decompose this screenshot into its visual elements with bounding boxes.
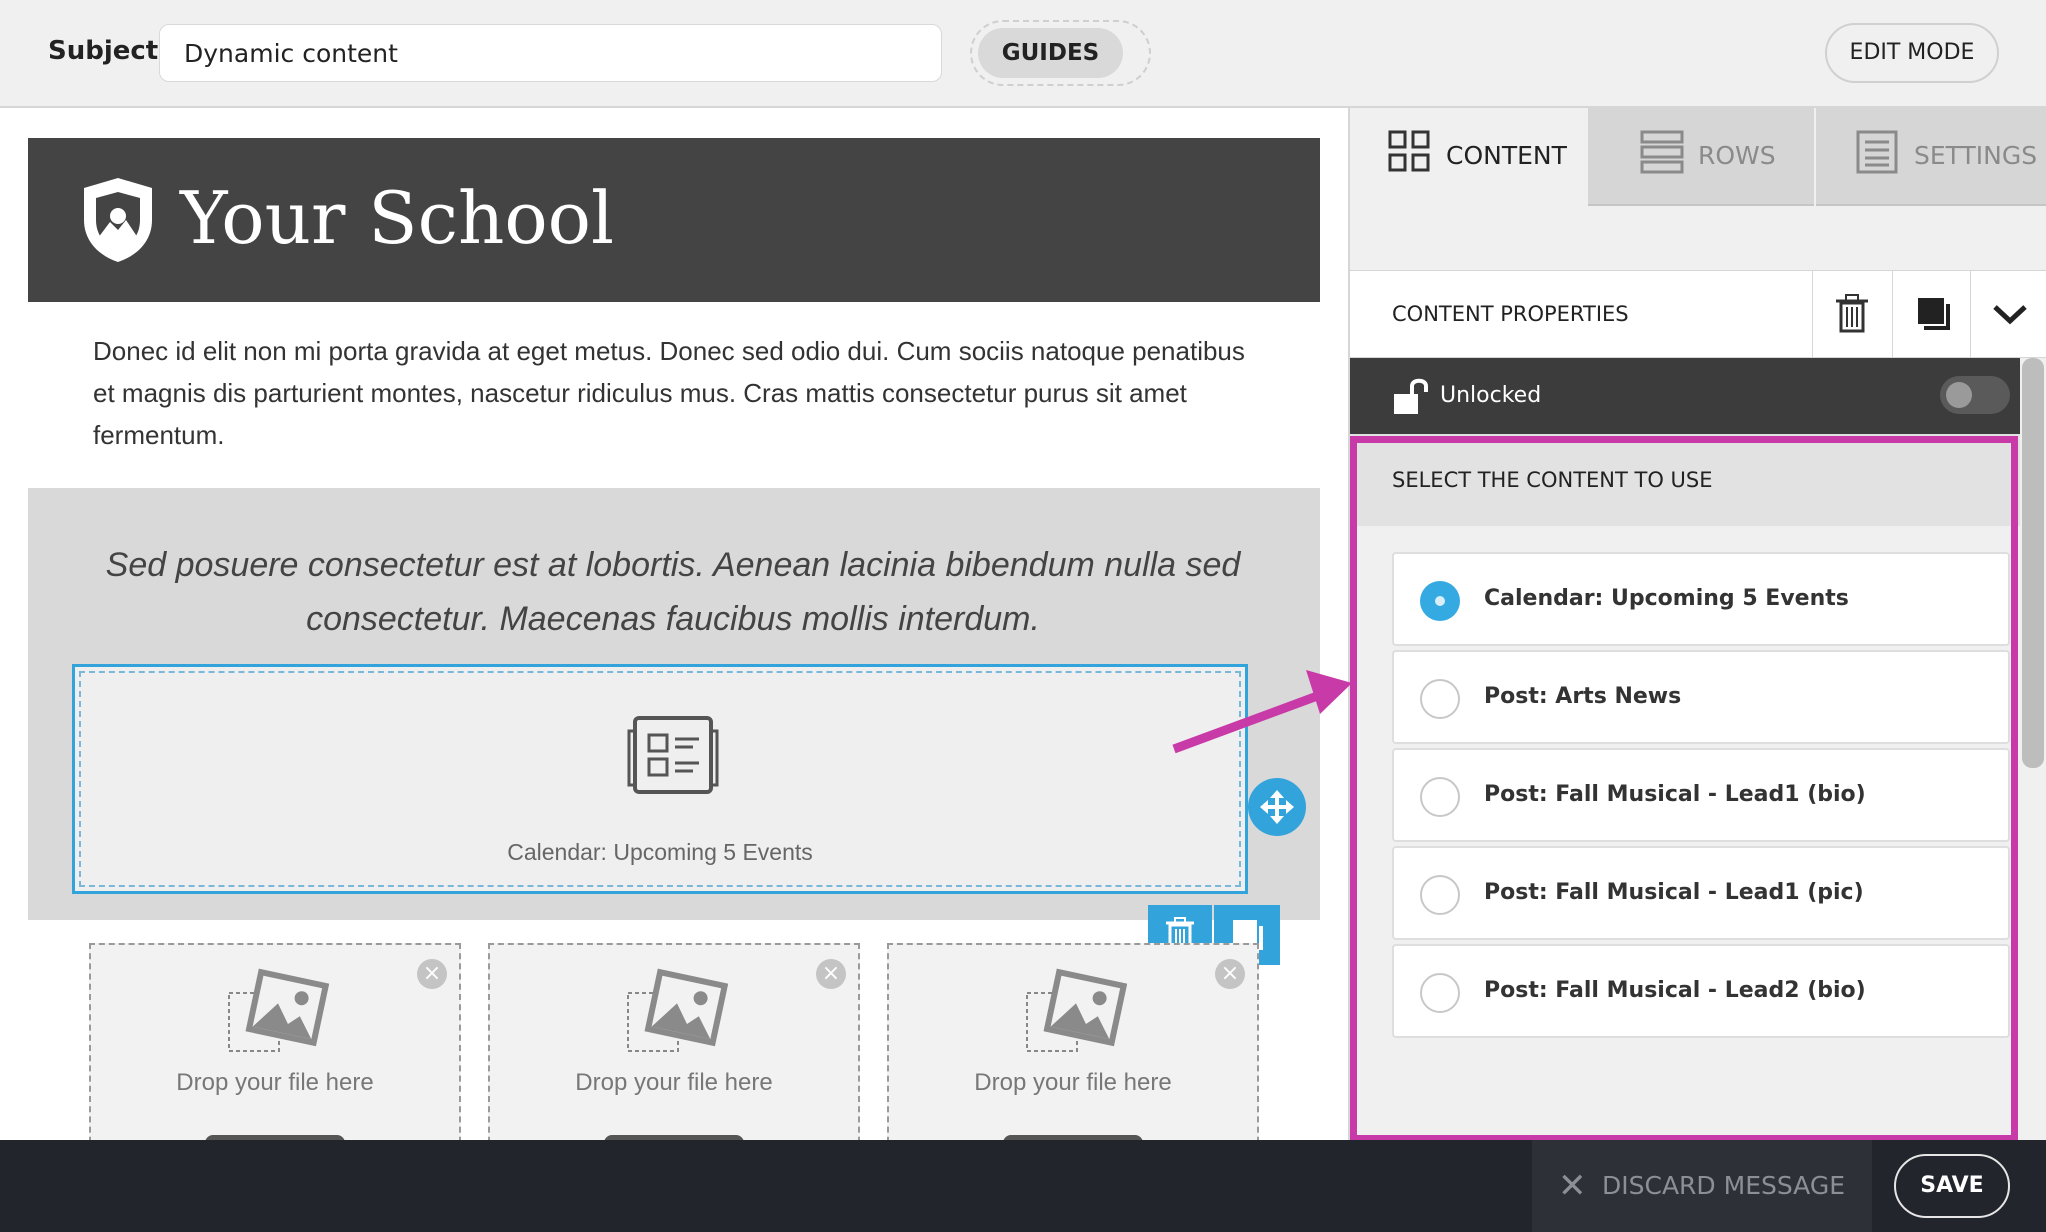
- panel-scrollbar[interactable]: [2022, 358, 2044, 768]
- image-drop-zone[interactable]: × Drop your file here: [488, 943, 860, 1140]
- rows-icon: [1640, 130, 1684, 174]
- tab-rows-label: ROWS: [1698, 141, 1776, 170]
- lock-toggle[interactable]: [1940, 376, 2010, 414]
- image-drop-zone[interactable]: × Drop your file here: [89, 943, 461, 1140]
- content-properties-bar: CONTENT PROPERTIES: [1350, 270, 2046, 358]
- discard-message-button[interactable]: ✕ DISCARD MESSAGE: [1532, 1140, 1872, 1232]
- guides-toggle-wrap: GUIDES: [970, 20, 1151, 86]
- panel-tabs: CONTENT ROWS SETTINGS: [1350, 108, 2046, 206]
- bottom-bar: ✕ DISCARD MESSAGE SAVE: [0, 1140, 2046, 1232]
- tab-settings[interactable]: SETTINGS: [1816, 108, 2046, 206]
- close-icon[interactable]: ×: [1215, 959, 1245, 989]
- settings-list-icon: [1856, 130, 1898, 174]
- highlight-box: [1350, 436, 2018, 1142]
- dynamic-content-block[interactable]: Calendar: Upcoming 5 Events: [72, 664, 1248, 894]
- quote-row[interactable]: Sed posuere consectetur est at lobortis.…: [28, 488, 1320, 920]
- lock-toggle-knob: [1946, 382, 1972, 408]
- shield-logo-icon: [84, 178, 152, 262]
- drop-zone-text: Drop your file here: [176, 1069, 374, 1096]
- image-placeholder-icon: [1026, 968, 1127, 1052]
- quote-text[interactable]: Sed posuere consectetur est at lobortis.…: [88, 538, 1258, 646]
- image-placeholder-icon: [627, 968, 728, 1052]
- tab-settings-label: SETTINGS: [1914, 141, 2038, 170]
- drop-zone-text: Drop your file here: [974, 1069, 1172, 1096]
- save-button[interactable]: SAVE: [1894, 1154, 2010, 1218]
- drop-zone-text: Drop your file here: [575, 1069, 773, 1096]
- edit-mode-button[interactable]: EDIT MODE: [1825, 23, 1999, 83]
- top-bar: Subject GUIDES EDIT MODE: [0, 0, 2046, 108]
- properties-duplicate-button[interactable]: [1892, 271, 1971, 357]
- subject-input[interactable]: [159, 24, 942, 82]
- image-drop-zone[interactable]: × Drop your file here: [887, 943, 1259, 1140]
- subject-label: Subject: [48, 36, 159, 66]
- close-icon[interactable]: ×: [816, 959, 846, 989]
- dynamic-content-icon: [627, 716, 719, 794]
- move-arrows-icon: [1260, 790, 1294, 824]
- tab-rows[interactable]: ROWS: [1588, 108, 1814, 206]
- guides-button[interactable]: GUIDES: [978, 28, 1123, 78]
- grid-icon: [1388, 130, 1430, 172]
- unlock-icon: [1394, 378, 1428, 414]
- school-name: Your School: [180, 176, 615, 260]
- image-placeholder-icon: [228, 968, 329, 1052]
- content-properties-title: CONTENT PROPERTIES: [1392, 302, 1629, 326]
- trash-icon: [1836, 294, 1868, 333]
- dynamic-content-label: Calendar: Upcoming 5 Events: [507, 839, 813, 865]
- lock-status-label: Unlocked: [1440, 383, 1542, 408]
- move-icon[interactable]: [1248, 778, 1306, 836]
- properties-delete-button[interactable]: [1812, 271, 1891, 357]
- lock-bar: Unlocked: [1350, 358, 2020, 434]
- body-paragraph[interactable]: Donec id elit non mi porta gravida at eg…: [93, 330, 1273, 456]
- email-canvas: Your School Donec id elit non mi porta g…: [0, 108, 1348, 1140]
- tab-content-label: CONTENT: [1446, 141, 1567, 170]
- discard-message-label: DISCARD MESSAGE: [1602, 1171, 1846, 1200]
- school-header[interactable]: Your School: [28, 138, 1320, 302]
- duplicate-icon: [1918, 298, 1950, 330]
- chevron-down-icon: [1993, 305, 2027, 325]
- close-icon: ✕: [1558, 1166, 1587, 1206]
- properties-collapse-button[interactable]: [1970, 271, 2046, 357]
- tab-content[interactable]: CONTENT: [1350, 108, 1586, 204]
- close-icon[interactable]: ×: [417, 959, 447, 989]
